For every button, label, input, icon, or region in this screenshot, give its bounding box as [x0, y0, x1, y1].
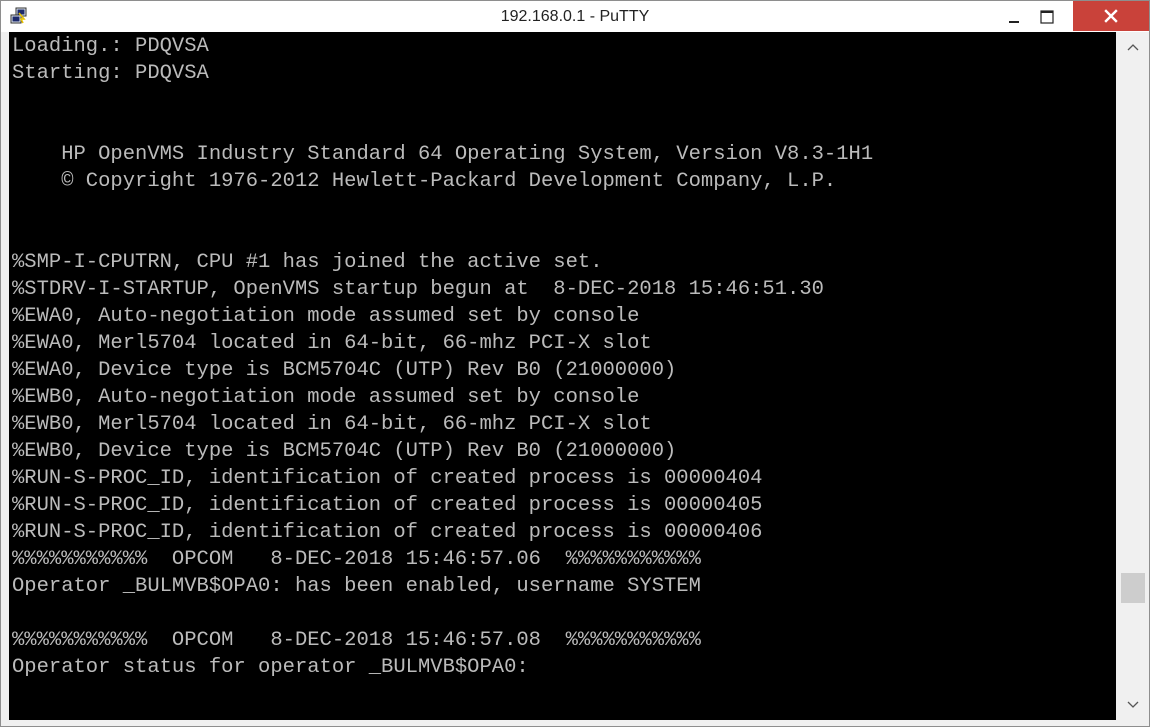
terminal-line: %STDRV-I-STARTUP, OpenVMS startup begun …: [12, 278, 824, 301]
terminal-line: %EWA0, Merl5704 located in 64-bit, 66-mh…: [12, 332, 652, 355]
terminal-line: © Copyright 1976-2012 Hewlett-Packard De…: [12, 170, 837, 193]
terminal-line: %%%%%%%%%%% OPCOM 8-DEC-2018 15:46:57.06…: [12, 548, 701, 571]
maximize-icon: [1039, 9, 1054, 24]
terminal-line: %SMP-I-CPUTRN, CPU #1 has joined the act…: [12, 251, 603, 274]
terminal-line: %EWB0, Auto-negotiation mode assumed set…: [12, 386, 640, 409]
terminal-line: Starting: PDQVSA: [12, 62, 209, 85]
scroll-up-button[interactable]: [1117, 32, 1148, 62]
close-icon: [1104, 9, 1118, 23]
terminal-line: Operator _BULMVB$OPA0: has been enabled,…: [12, 575, 701, 598]
chevron-up-icon: [1127, 44, 1138, 51]
title-bar[interactable]: 192.168.0.1 - PuTTY: [1, 1, 1149, 32]
terminal-line: %EWB0, Device type is BCM5704C (UTP) Rev…: [12, 440, 677, 463]
terminal-line: %RUN-S-PROC_ID, identification of create…: [12, 467, 763, 490]
terminal-line: %RUN-S-PROC_ID, identification of create…: [12, 521, 763, 544]
terminal-line: %EWB0, Merl5704 located in 64-bit, 66-mh…: [12, 413, 652, 436]
terminal-output[interactable]: Loading.: PDQVSA Starting: PDQVSA HP Open…: [9, 32, 1116, 720]
window-title: 192.168.0.1 - PuTTY: [500, 8, 650, 25]
terminal-line: HP OpenVMS Industry Standard 64 Operatin…: [12, 143, 874, 166]
maximize-button[interactable]: [1030, 1, 1063, 32]
minimize-button[interactable]: [997, 1, 1030, 32]
close-button[interactable]: [1073, 1, 1149, 31]
scroll-down-button[interactable]: [1117, 690, 1148, 720]
terminal-line: %EWA0, Device type is BCM5704C (UTP) Rev…: [12, 359, 677, 382]
terminal-line: %%%%%%%%%%% OPCOM 8-DEC-2018 15:46:57.08…: [12, 629, 701, 652]
vertical-scrollbar[interactable]: [1117, 32, 1148, 720]
terminal-line: %RUN-S-PROC_ID, identification of create…: [12, 494, 763, 517]
terminal-line: Operator status for operator _BULMVB$OPA…: [12, 656, 529, 679]
minimize-icon: [1008, 20, 1019, 23]
chevron-down-icon: [1127, 701, 1138, 708]
scroll-thumb[interactable]: [1121, 573, 1145, 603]
terminal-line: Loading.: PDQVSA: [12, 35, 209, 58]
terminal-line: %EWA0, Auto-negotiation mode assumed set…: [12, 305, 640, 328]
putty-window: 192.168.0.1 - PuTTY Loading.: PDQVSA Star…: [0, 0, 1150, 727]
